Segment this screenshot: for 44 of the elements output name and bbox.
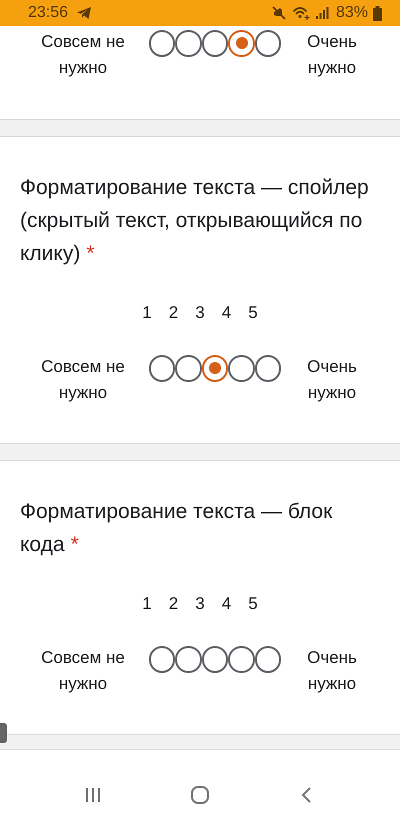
radio-button[interactable] [202, 30, 228, 56]
scale-low-label: Совсем не нужно [40, 31, 126, 79]
radio-button[interactable] [175, 646, 202, 672]
battery-text: 83% [336, 4, 368, 22]
battery-icon [373, 6, 382, 20]
required-asterisk: * [86, 242, 95, 265]
radio-button[interactable] [254, 355, 282, 382]
scale-number: 4 [220, 303, 232, 323]
radio-button[interactable] [202, 355, 228, 382]
radio-button[interactable] [254, 646, 282, 672]
wifi-icon [292, 5, 310, 21]
scale-high-label: Очень нужно [306, 647, 358, 695]
scale-number: 5 [247, 594, 259, 614]
clock-text: 23:56 [28, 4, 68, 22]
scale-number: 3 [194, 303, 206, 323]
required-asterisk: * [70, 533, 79, 556]
scale-number: 3 [194, 594, 206, 614]
radio-button[interactable] [175, 30, 202, 56]
radio-button[interactable] [202, 646, 228, 672]
scroll-handle[interactable] [0, 723, 7, 743]
home-icon[interactable] [190, 785, 210, 805]
radio-button[interactable] [148, 30, 176, 56]
scale-number: 1 [141, 303, 153, 323]
scale-number: 1 [141, 594, 153, 614]
mute-icon [270, 5, 287, 21]
scale-number: 2 [168, 594, 180, 614]
radio-button[interactable] [175, 355, 202, 382]
radio-button[interactable] [254, 30, 282, 56]
radio-button[interactable] [228, 30, 255, 56]
signal-icon [314, 6, 329, 20]
radio-button[interactable] [148, 646, 176, 672]
scale-low-label: Совсем не нужно [40, 647, 126, 695]
scale-number: 5 [247, 303, 259, 323]
radio-button[interactable] [148, 355, 176, 382]
radio-button[interactable] [228, 355, 255, 382]
question-title: Форматирование текста — спойлер (скрытый текст, открывающийся по клику) * [19, 175, 370, 267]
radio-button[interactable] [228, 646, 255, 672]
paper-plane-icon [76, 6, 92, 20]
question-title: Форматирование текста — блок кода * [19, 499, 334, 558]
scale-high-label: Очень нужно [306, 31, 358, 79]
scale-high-label: Очень нужно [306, 356, 358, 404]
scale-number: 4 [220, 594, 232, 614]
scale-number: 2 [168, 303, 180, 323]
scale-low-label: Совсем не нужно [40, 356, 126, 404]
